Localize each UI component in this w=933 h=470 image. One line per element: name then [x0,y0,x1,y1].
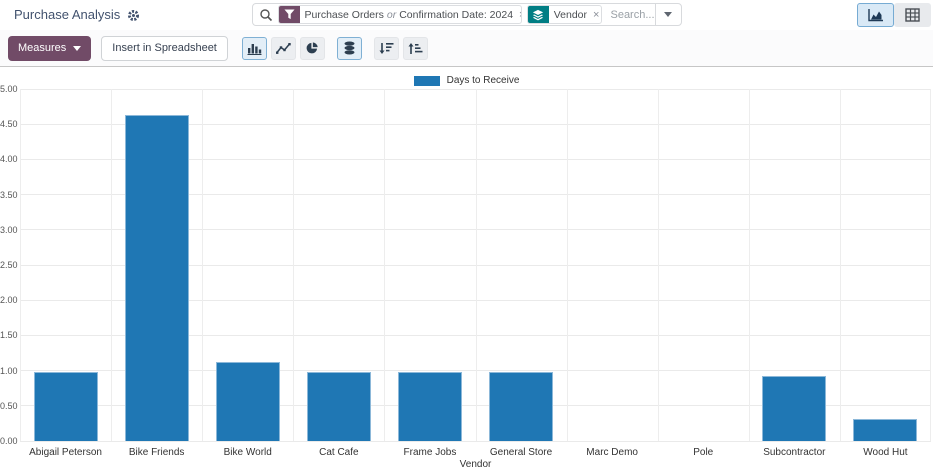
chevron-down-icon [664,12,672,17]
x-tick-label: Bike World [202,447,293,458]
pivot-view-button[interactable] [894,3,931,27]
y-tick-label: 4.00 [0,154,17,164]
sort-ascending-icon [408,42,423,55]
chart-type-buttons [242,37,428,60]
chart-legend[interactable]: Days to Receive [0,75,933,86]
funnel-icon [279,5,300,24]
sort-ascending-button[interactable] [403,37,428,60]
y-tick-label: 0.00 [0,436,17,446]
sort-descending-button[interactable] [374,37,399,60]
remove-filter-icon[interactable]: × [518,9,522,21]
x-tick-label: Cat Cafe [293,447,384,458]
view-switcher [857,3,931,27]
bar[interactable] [762,376,826,441]
bar[interactable] [307,372,371,441]
line-chart-icon [276,42,291,55]
search-input[interactable]: Search... [610,9,654,21]
x-tick-label: Wood Hut [840,447,931,458]
x-tick-label: Marc Demo [567,447,658,458]
y-tick-label: 1.00 [0,366,17,376]
gridline-vertical [202,89,203,441]
gridline-vertical [567,89,568,441]
y-tick-label: 0.50 [0,401,17,411]
search-icon [259,8,273,22]
bar-chart: Days to Receive 0.00 0.50 1.00 1.50 2.00 2.50… [0,67,933,470]
page-title-text: Purchase Analysis [14,7,120,22]
y-tick-label: 3.00 [0,225,17,235]
gridline-vertical [658,89,659,441]
x-axis-title: Vendor [20,459,931,470]
pie-chart-button[interactable] [300,37,325,60]
gridline-vertical [840,89,841,441]
bar[interactable] [216,362,280,441]
x-tick-label: Bike Friends [111,447,202,458]
x-tick-label: Frame Jobs [384,447,475,458]
header-bar: Purchase Analysis [0,0,933,30]
search-bar[interactable]: Purchase OrdersorConfirmation Date: 2024… [252,3,682,26]
plot-area [20,89,931,441]
remove-groupby-icon[interactable]: × [592,9,602,21]
y-tick-label: 1.50 [0,330,17,340]
bar[interactable] [125,115,189,441]
y-tick-label: 4.50 [0,119,17,129]
stacked-icon [343,41,356,55]
bar[interactable] [853,419,917,441]
y-tick-label: 2.00 [0,295,17,305]
line-chart-button[interactable] [271,37,296,60]
gridline-vertical [20,89,21,441]
legend-swatch [414,76,440,86]
x-axis-labels: Abigail PetersonBike FriendsBike WorldCa… [20,447,931,459]
gridline-vertical [930,89,931,441]
bar-chart-icon [247,42,262,55]
gridline-vertical [111,89,112,441]
chevron-down-icon [73,46,81,51]
y-tick-label: 3.50 [0,190,17,200]
stacked-toggle-button[interactable] [337,37,362,60]
legend-label: Days to Receive [447,75,520,86]
bar[interactable] [398,372,462,441]
gridline-vertical [476,89,477,441]
gridline-vertical [749,89,750,441]
bar-chart-button[interactable] [242,37,267,60]
measures-button[interactable]: Measures [8,36,91,61]
layers-icon [528,5,549,24]
graph-view-button[interactable] [857,3,894,27]
search-dropdown-toggle[interactable] [655,4,681,25]
bar[interactable] [489,372,553,441]
gridline-vertical [293,89,294,441]
x-tick-label: Subcontractor [749,447,840,458]
y-axis-labels: 0.00 0.50 1.00 1.50 2.00 2.50 3.00 3.50 4.00 4.50… [0,67,17,470]
insert-in-spreadsheet-button[interactable]: Insert in Spreadsheet [101,36,228,61]
pivot-view-icon [905,8,920,22]
sort-descending-icon [379,42,394,55]
gear-icon[interactable] [127,9,140,22]
bar[interactable] [34,372,98,441]
groupby-facet[interactable]: Vendor × [527,5,603,24]
y-tick-label: 5.00 [0,84,17,94]
graph-toolbar: Measures Insert in Spreadsheet [0,30,933,67]
page-title: Purchase Analysis [14,7,140,22]
groupby-facet-label: Vendor [549,9,592,21]
y-tick-label: 2.50 [0,260,17,270]
gridline-vertical [384,89,385,441]
graph-view-icon [868,8,884,22]
pie-chart-icon [305,41,319,55]
filter-facet-label: Purchase OrdersorConfirmation Date: 2024 [300,9,519,21]
x-tick-label: Pole [658,447,749,458]
x-tick-label: Abigail Peterson [20,447,111,458]
purchase-analysis-app: Purchase Analysis [0,0,933,470]
filter-facet[interactable]: Purchase OrdersorConfirmation Date: 2024… [278,5,522,24]
x-tick-label: General Store [476,447,567,458]
